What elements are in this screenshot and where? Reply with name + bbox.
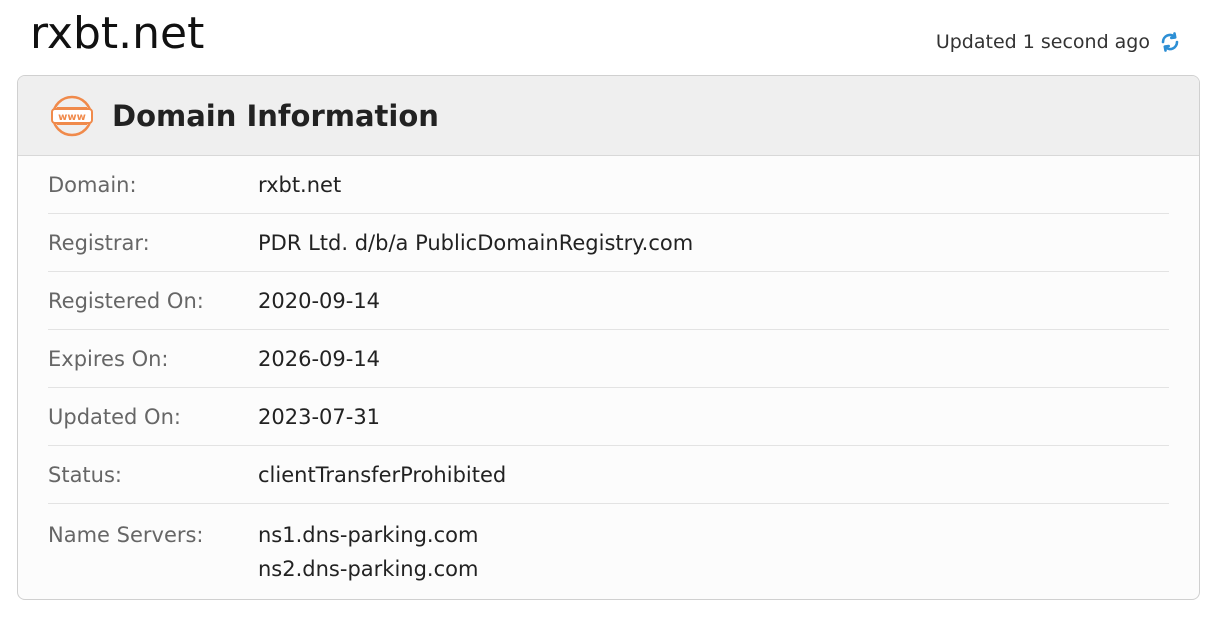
- name-server: ns2.dns-parking.com: [258, 557, 479, 581]
- row-value: rxbt.net: [258, 172, 342, 197]
- info-table: Domain: rxbt.net Registrar: PDR Ltd. d/b…: [18, 156, 1199, 586]
- www-icon: www: [51, 95, 93, 136]
- row-updated-on: Updated On: 2023-07-31: [48, 388, 1169, 446]
- row-label: Registered On:: [48, 288, 204, 313]
- svg-text:www: www: [58, 112, 86, 123]
- row-domain: Domain: rxbt.net: [48, 156, 1169, 214]
- row-label: Name Servers:: [48, 523, 204, 547]
- row-name-servers: Name Servers: ns1.dns-parking.com ns2.dn…: [48, 504, 1169, 586]
- row-status: Status: clientTransferProhibited: [48, 446, 1169, 504]
- row-value: clientTransferProhibited: [258, 462, 507, 487]
- row-label: Expires On:: [48, 346, 169, 371]
- row-value: PDR Ltd. d/b/a PublicDomainRegistry.com: [258, 230, 694, 255]
- row-registered-on: Registered On: 2020-09-14: [48, 272, 1169, 330]
- row-registrar: Registrar: PDR Ltd. d/b/a PublicDomainRe…: [48, 214, 1169, 272]
- name-server: ns1.dns-parking.com: [258, 523, 479, 547]
- row-value: 2020-09-14: [258, 288, 381, 313]
- row-expires-on: Expires On: 2026-09-14: [48, 330, 1169, 388]
- refresh-icon[interactable]: [1158, 30, 1182, 54]
- row-label: Status:: [48, 462, 122, 487]
- card-title: Domain Information: [112, 98, 439, 133]
- row-label: Domain:: [48, 172, 137, 197]
- row-value: 2023-07-31: [258, 404, 381, 429]
- card-header: www Domain Information: [18, 76, 1199, 156]
- row-label: Registrar:: [48, 230, 150, 255]
- updated-status: Updated 1 second ago: [936, 30, 1182, 54]
- row-label: Updated On:: [48, 404, 181, 429]
- row-value: ns1.dns-parking.com ns2.dns-parking.com: [258, 518, 478, 586]
- row-value: 2026-09-14: [258, 346, 381, 371]
- domain-info-card: www Domain Information Domain: rxbt.net …: [17, 75, 1200, 600]
- page-title: rxbt.net: [30, 8, 205, 59]
- updated-text: Updated 1 second ago: [935, 31, 1150, 53]
